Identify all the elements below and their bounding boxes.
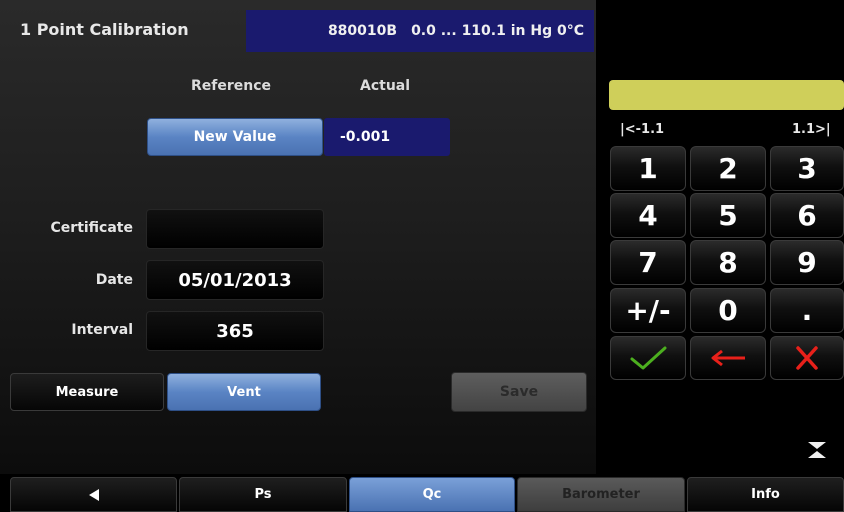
key-3[interactable]: 3 <box>770 146 844 191</box>
max-limit-label[interactable]: 1.1>| <box>792 122 831 137</box>
interval-label: Interval <box>71 322 133 338</box>
key-9[interactable]: 9 <box>770 240 844 285</box>
new-value-button[interactable]: New Value <box>147 118 323 156</box>
checkmark-icon <box>630 346 667 370</box>
date-field[interactable]: 05/01/2013 <box>146 260 324 300</box>
actual-value-display: -0.001 <box>324 118 450 156</box>
measure-button[interactable]: Measure <box>10 373 164 411</box>
keypad-entry-display <box>609 80 844 110</box>
key-1[interactable]: 1 <box>610 146 686 191</box>
tab-ps[interactable]: Ps <box>179 477 347 512</box>
key-decimal[interactable]: . <box>770 288 844 333</box>
cancel-button[interactable] <box>770 336 844 380</box>
certificate-label: Certificate <box>50 220 133 236</box>
tab-info[interactable]: Info <box>687 477 844 512</box>
key-7[interactable]: 7 <box>610 240 686 285</box>
key-4[interactable]: 4 <box>610 193 686 238</box>
key-plus-minus[interactable]: +/- <box>610 288 686 333</box>
key-0[interactable]: 0 <box>690 288 766 333</box>
accept-button[interactable] <box>610 336 686 380</box>
backspace-button[interactable] <box>690 336 766 380</box>
certificate-field[interactable] <box>146 209 324 249</box>
back-button[interactable] <box>10 477 177 512</box>
key-2[interactable]: 2 <box>690 146 766 191</box>
date-label: Date <box>95 272 133 288</box>
sensor-range: 0.0 ... 110.1 in Hg 0°C <box>411 23 584 39</box>
min-limit-label[interactable]: |<-1.1 <box>620 122 664 137</box>
key-5[interactable]: 5 <box>690 193 766 238</box>
key-6[interactable]: 6 <box>770 193 844 238</box>
reference-column-label: Reference <box>191 78 272 94</box>
interval-field[interactable]: 365 <box>146 311 324 351</box>
key-8[interactable]: 8 <box>690 240 766 285</box>
save-button[interactable]: Save <box>451 372 587 412</box>
backspace-arrow-icon <box>711 349 745 367</box>
vent-button[interactable]: Vent <box>167 373 321 411</box>
back-triangle-icon <box>88 488 99 501</box>
actual-column-label: Actual <box>360 78 411 94</box>
tab-qc[interactable]: Qc <box>349 477 515 512</box>
sensor-id: 880010B <box>327 23 398 39</box>
cancel-x-icon <box>796 346 818 370</box>
collapse-icon[interactable] <box>806 440 828 460</box>
tab-barometer[interactable]: Barometer <box>517 477 685 512</box>
sensor-range-display: 880010B 0.0 ... 110.1 in Hg 0°C <box>246 10 594 52</box>
page-title: 1 Point Calibration <box>20 20 189 39</box>
